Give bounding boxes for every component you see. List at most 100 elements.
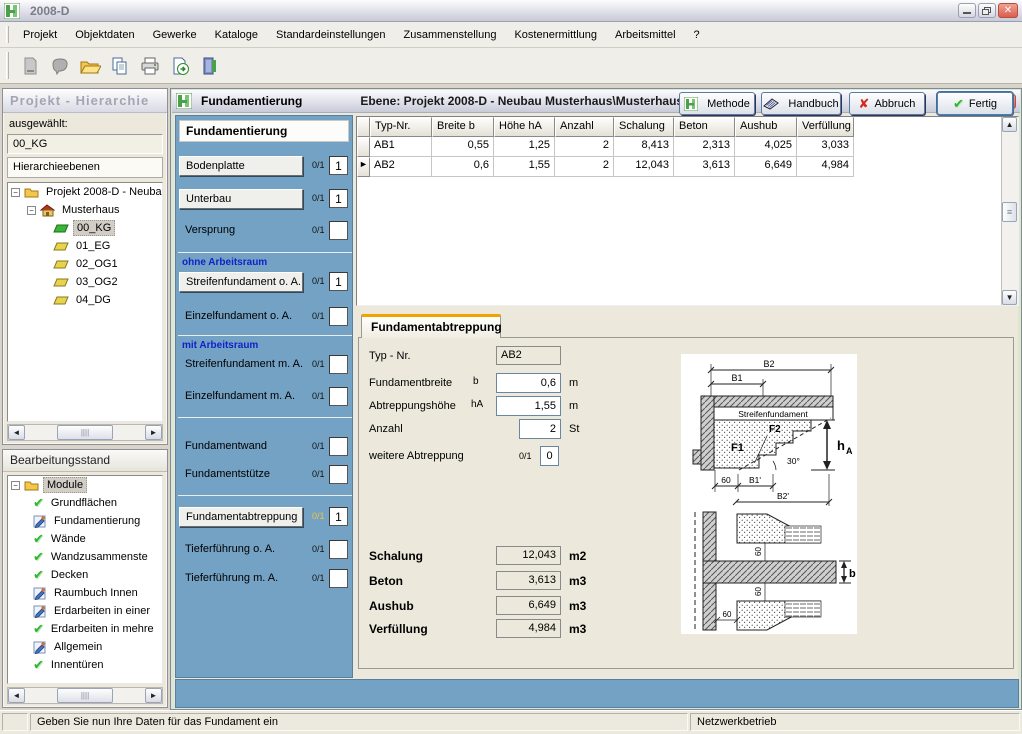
col-anzahl[interactable]: Anzahl [555,117,614,137]
collapse-icon[interactable]: − [11,188,20,197]
col-aushub[interactable]: Aushub [735,117,797,137]
export-document-icon[interactable] [166,52,194,80]
exit-door-icon[interactable] [196,52,224,80]
col-verfuellung[interactable]: Verfüllung [797,117,854,137]
col-beton[interactable]: Beton [674,117,735,137]
weitere-abtreppung-label: weitere Abtreppung [369,450,464,462]
abtreppungshoehe-input[interactable] [496,396,561,416]
fundamentstuetze-button[interactable]: Fundamentstütze [179,465,303,485]
fundamentwand-count-input[interactable] [329,437,348,456]
table-row-ab2-current[interactable]: ► AB2 0,6 1,55 2 12,043 3,613 6,649 4,98… [357,157,1001,177]
module-row-streifenfundament-oa: Streifenfundament o. A. 0/1 [176,272,354,292]
tieferfuehrung-oa-button[interactable]: Tieferführung o. A. [179,540,303,560]
module-status-row[interactable]: ✔ Erdarbeiten in mehre [8,620,162,638]
foundation-step-diagram: B2 B1 Streifenfundament 30° F1 F2 [681,354,857,634]
streifenfundament-ma-button[interactable]: Streifenfundament m. A. [179,355,303,375]
bodenplatte-count-input[interactable] [329,156,348,175]
anzahl-input[interactable] [519,419,561,439]
col-hoehe-ha[interactable]: Höhe hA [494,117,555,137]
methode-button[interactable]: Methode [679,92,755,115]
module-status-row[interactable]: Erdarbeiten in einer [8,602,162,620]
menu-kataloge[interactable]: Kataloge [206,25,267,45]
menu-standardeinstellungen[interactable]: Standardeinstellungen [267,25,394,45]
collapse-icon[interactable]: − [11,481,20,490]
tree-node-floor-04dg[interactable]: 04_DG [8,291,162,309]
module-status-row[interactable]: ✔ Wände [8,530,162,548]
module-status-row[interactable]: Fundamentierung [8,512,162,530]
tieferfuehrung-oa-count-input[interactable] [329,540,348,559]
menu-projekt[interactable]: Projekt [14,25,66,45]
scroll-thumb[interactable]: ≡ [1002,202,1017,222]
einzelfundament-oa-button[interactable]: Einzelfundament o. A. [179,307,303,327]
menu-gewerke[interactable]: Gewerke [144,25,206,45]
module-status-row[interactable]: Allgemein [8,638,162,656]
abbruch-button[interactable]: ✘ Abbruch [849,92,925,115]
hierarchy-horizontal-scrollbar[interactable]: ◄ |||| ► [7,424,163,441]
streifenfundament-ma-count-input[interactable] [329,355,348,374]
col-schalung[interactable]: Schalung [614,117,674,137]
versprung-count-input[interactable] [329,221,348,240]
module-status-row[interactable]: ✔ Wandzusammenste [8,548,162,566]
table-cell: AB1 [370,137,432,157]
menu-help[interactable]: ? [685,25,709,45]
unterbau-count-input[interactable] [329,189,348,208]
tieferfuehrung-ma-count-input[interactable] [329,569,348,588]
table-cell: 1,55 [494,157,555,177]
collapse-icon[interactable]: − [27,206,36,215]
close-button[interactable]: ✕ [998,3,1018,18]
einzelfundament-ma-count-input[interactable] [329,387,348,406]
module-status-row[interactable]: ✔ Innentüren [8,656,162,674]
status-horizontal-scrollbar[interactable]: ◄ |||| ► [7,687,163,704]
fundamentabtreppung-button[interactable]: Fundamentabtreppung [179,507,303,527]
menu-objektdaten[interactable]: Objektdaten [66,25,143,45]
menu-zusammenstellung[interactable]: Zusammenstellung [395,25,506,45]
fundamentbreite-input[interactable] [496,373,561,393]
tree-node-floor-01eg[interactable]: 01_EG [8,237,162,255]
scroll-right-icon[interactable]: ► [145,425,162,440]
col-typ-nr[interactable]: Typ-Nr. [370,117,432,137]
einzelfundament-oa-count-input[interactable] [329,307,348,326]
bodenplatte-button[interactable]: Bodenplatte [179,156,303,176]
scroll-right-icon[interactable]: ► [145,688,162,703]
tree-node-module-root[interactable]: − Module [8,476,162,494]
module-status-row[interactable]: Raumbuch Innen [8,584,162,602]
menu-arbeitsmittel[interactable]: Arbeitsmittel [606,25,685,45]
fundamentwand-button[interactable]: Fundamentwand [179,437,303,457]
tree-node-floor-00kg[interactable]: 00_KG [8,219,162,237]
module-status-row[interactable]: ✔ Decken [8,566,162,584]
table-row-ab1[interactable]: AB1 0,55 1,25 2 8,413 2,313 4,025 3,033 [357,137,1001,157]
scroll-left-icon[interactable]: ◄ [8,425,25,440]
scroll-track[interactable]: ≡ [1002,132,1018,290]
versprung-button[interactable]: Versprung [179,221,303,241]
fertig-button[interactable]: ✔ Fertig [937,92,1013,115]
einzelfundament-ma-button[interactable]: Einzelfundament m. A. [179,387,303,407]
tree-node-project-root[interactable]: − Projekt 2008-D - Neubau [8,183,162,201]
scroll-left-icon[interactable]: ◄ [8,688,25,703]
streifenfundament-oa-button[interactable]: Streifenfundament o. A. [179,272,303,292]
tree-node-floor-03og2[interactable]: 03_OG2 [8,273,162,291]
unterbau-button[interactable]: Unterbau [179,189,303,209]
col-breite-b[interactable]: Breite b [432,117,494,137]
fundamentabtreppung-count-input[interactable] [329,507,348,526]
restore-button[interactable] [978,3,996,18]
menu-kostenermittlung[interactable]: Kostenermittlung [505,25,606,45]
scroll-down-icon[interactable]: ▼ [1002,290,1017,305]
streifenfundament-oa-count-input[interactable] [329,272,348,291]
scroll-thumb[interactable]: |||| [57,688,113,703]
handbuch-button[interactable]: Handbuch [761,92,841,115]
scroll-thumb[interactable]: |||| [57,425,113,440]
tieferfuehrung-ma-button[interactable]: Tieferführung m. A. [179,569,303,589]
hierarchy-levels-header[interactable]: Hierarchieebenen [7,157,163,178]
table-vertical-scrollbar[interactable]: ▲ ≡ ▼ [1001,117,1018,305]
module-status-row[interactable]: ✔ Grundflächen [8,494,162,512]
tree-node-building[interactable]: − Musterhaus [8,201,162,219]
tab-fundamentabtreppung[interactable]: Fundamentabtreppung [361,314,501,338]
tree-node-floor-02og1[interactable]: 02_OG1 [8,255,162,273]
minimize-button[interactable] [958,3,976,18]
copy-icon[interactable] [106,52,134,80]
weitere-abtreppung-input[interactable] [540,446,559,466]
open-folder-icon[interactable] [76,52,104,80]
print-icon[interactable] [136,52,164,80]
fundamentstuetze-count-input[interactable] [329,465,348,484]
scroll-up-icon[interactable]: ▲ [1002,117,1017,132]
